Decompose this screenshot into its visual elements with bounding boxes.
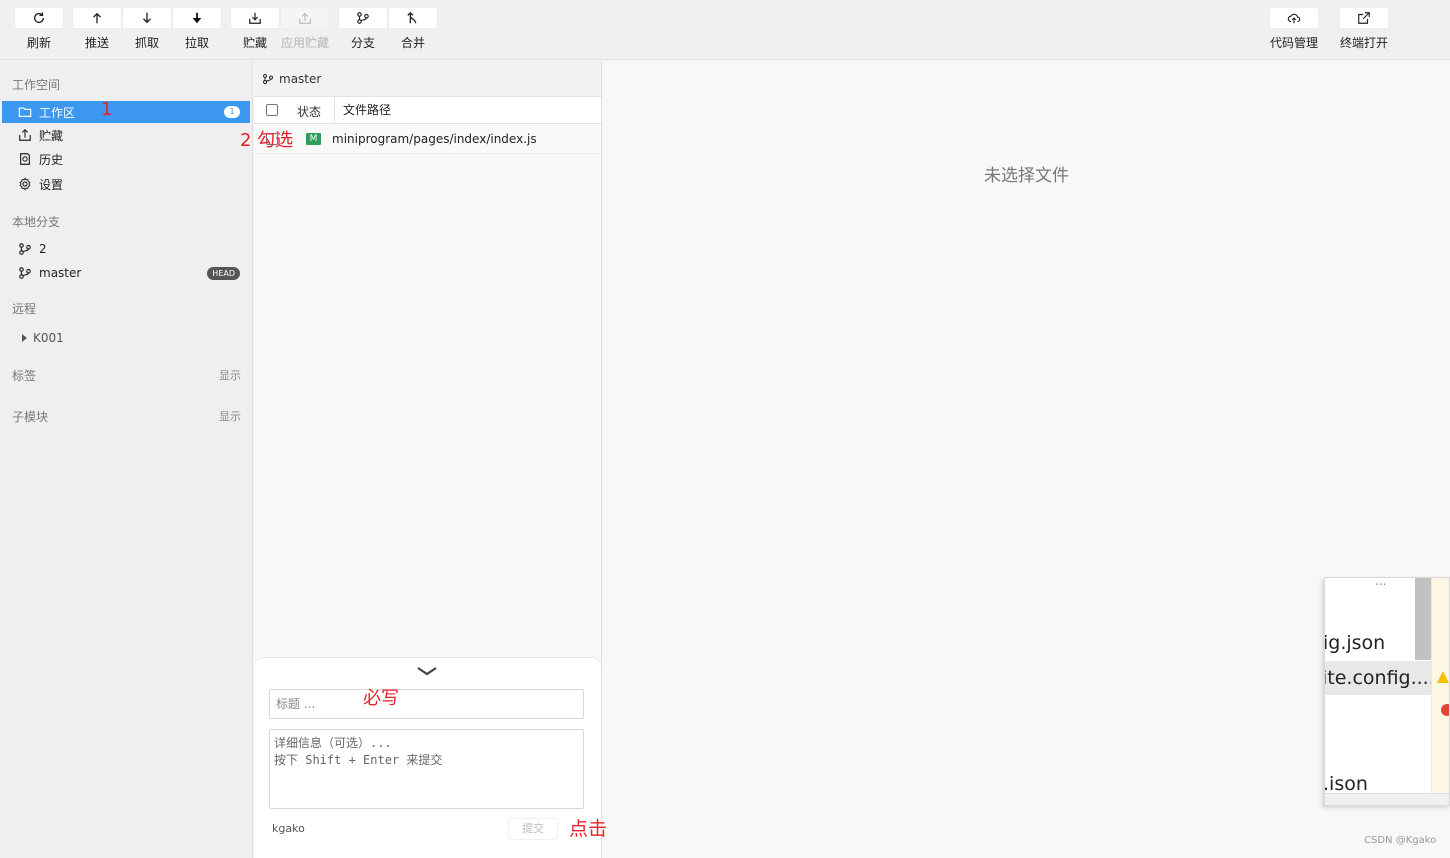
annotation-required: 必写: [363, 688, 399, 709]
code-manage-label: 代码管理: [1269, 36, 1318, 50]
horizontal-scrollbar[interactable]: [1325, 793, 1449, 805]
head-badge: HEAD: [207, 267, 240, 280]
scrollbar-thumb[interactable]: [1415, 578, 1431, 660]
more-dots-icon: ...: [1375, 577, 1387, 588]
gear-icon: [19, 177, 31, 191]
path-column-header: 文件路径: [334, 97, 391, 123]
stash-icon: [249, 12, 261, 24]
file-path: miniprogram/pages/index/index.js: [332, 132, 537, 146]
watermark: CSDN @Kgako: [1364, 835, 1437, 846]
stash-button[interactable]: 贮藏: [229, 7, 281, 51]
current-branch-name: master: [279, 71, 322, 86]
sidebar-item-stash[interactable]: 贮藏: [2, 124, 250, 146]
sidebar-item-label: 2: [39, 242, 47, 256]
remote-item-k001[interactable]: K001: [22, 331, 64, 345]
commit-author: kgako: [272, 822, 305, 835]
pull-label: 拉取: [184, 36, 209, 50]
apply-stash-button[interactable]: 应用贮藏: [279, 7, 331, 51]
annotation-click: 点击: [569, 818, 608, 840]
sidebar: 工作空间 工作区 1 贮藏 历史 设置 本地分支 2 master HEAD 远…: [0, 61, 253, 858]
sidebar-item-label: 贮藏: [39, 128, 64, 143]
terminal-open-button[interactable]: 终端打开: [1338, 7, 1390, 51]
annotation-step-2: 2 勾选: [240, 130, 294, 151]
push-label: 推送: [84, 36, 109, 50]
refresh-label: 刷新: [26, 36, 51, 50]
caret-right-icon: [22, 334, 27, 342]
refresh-button[interactable]: 刷新: [13, 7, 65, 51]
sidebar-item-workspace[interactable]: 工作区 1: [2, 101, 250, 123]
remote-item-label: K001: [33, 331, 64, 345]
sidebar-item-label: master: [39, 266, 82, 280]
sidebar-item-settings[interactable]: 设置: [2, 173, 250, 195]
local-branches-section-title: 本地分支: [12, 215, 61, 229]
error-icon: [1441, 704, 1449, 716]
merge-label: 合并: [400, 36, 425, 50]
changes-panel: master 状态 文件路径 M miniprogram/pages/index…: [254, 61, 602, 858]
status-column-header: 状态: [297, 105, 322, 119]
sidebar-item-label: 工作区: [39, 105, 76, 120]
stash-icon: [19, 128, 31, 141]
branch-icon: [263, 73, 273, 84]
fetch-label: 抓取: [134, 36, 159, 50]
branch-label: 分支: [350, 36, 375, 50]
push-icon: [93, 12, 101, 24]
tags-section-title: 标签: [12, 369, 37, 383]
workspace-section-title: 工作空间: [12, 78, 61, 92]
sidebar-item-label: 设置: [39, 177, 64, 192]
submodules-show-toggle[interactable]: 显示: [219, 408, 241, 424]
fetch-button[interactable]: 抓取: [121, 7, 173, 51]
warning-gutter: [1431, 578, 1449, 805]
tags-show-toggle[interactable]: 显示: [219, 367, 241, 383]
pull-icon: [192, 12, 202, 24]
file-name-fragment: .ison: [1324, 773, 1368, 795]
stash-label: 贮藏: [242, 36, 267, 50]
pull-button[interactable]: 拉取: [171, 7, 223, 51]
sidebar-item-history[interactable]: 历史: [2, 148, 250, 170]
commit-submit-button[interactable]: 提交: [508, 818, 558, 840]
external-open-icon: [1358, 12, 1370, 24]
current-branch-bar: master: [254, 61, 601, 96]
sidebar-item-label: 历史: [39, 152, 64, 167]
warning-icon: [1437, 671, 1449, 683]
file-name-fragment: ig.json: [1324, 632, 1386, 654]
file-row[interactable]: M miniprogram/pages/index/index.js: [254, 124, 601, 154]
branch-icon: [357, 12, 369, 24]
toolbar: 刷新 推送 抓取 拉取 贮藏 应用贮藏 分支 合并 代码管理 终端打开: [0, 0, 1450, 60]
modified-status-badge: M: [306, 133, 321, 145]
commit-title-input[interactable]: [269, 689, 584, 719]
chevron-down-icon[interactable]: [416, 665, 438, 677]
branch-icon: [19, 267, 31, 279]
submodules-section-title: 子模块: [12, 410, 49, 424]
no-file-selected-message: 未选择文件: [984, 166, 1069, 186]
commit-description-input[interactable]: [269, 729, 584, 809]
select-all-checkbox[interactable]: [266, 104, 278, 116]
push-button[interactable]: 推送: [71, 7, 123, 51]
overlapping-window-fragment: ... ig.json ite.config.... .ison: [1324, 577, 1450, 806]
sidebar-item-branch-master[interactable]: master HEAD: [2, 262, 250, 284]
file-list-header: 状态 文件路径: [254, 96, 601, 124]
merge-button[interactable]: 合并: [387, 7, 439, 51]
change-count-badge: 1: [224, 106, 240, 118]
history-icon: [20, 153, 30, 165]
code-manage-button[interactable]: 代码管理: [1268, 7, 1320, 51]
folder-icon: [18, 107, 32, 117]
annotation-step-1: 1: [101, 99, 113, 120]
branch-button[interactable]: 分支: [337, 7, 389, 51]
fetch-icon: [143, 12, 151, 24]
file-name-fragment: ite.config....: [1324, 667, 1435, 689]
refresh-icon: [33, 12, 45, 23]
diff-preview-panel: 未选择文件: [603, 61, 1450, 858]
apply-stash-icon: [299, 12, 311, 24]
cloud-upload-icon: [1287, 13, 1301, 24]
commit-panel: kgako 提交: [254, 657, 601, 858]
terminal-open-label: 终端打开: [1339, 36, 1388, 50]
remote-section-title: 远程: [12, 302, 37, 316]
merge-icon: [407, 11, 417, 24]
apply-stash-label: 应用贮藏: [280, 36, 329, 50]
branch-icon: [19, 243, 31, 255]
sidebar-item-branch-2[interactable]: 2: [2, 238, 250, 260]
